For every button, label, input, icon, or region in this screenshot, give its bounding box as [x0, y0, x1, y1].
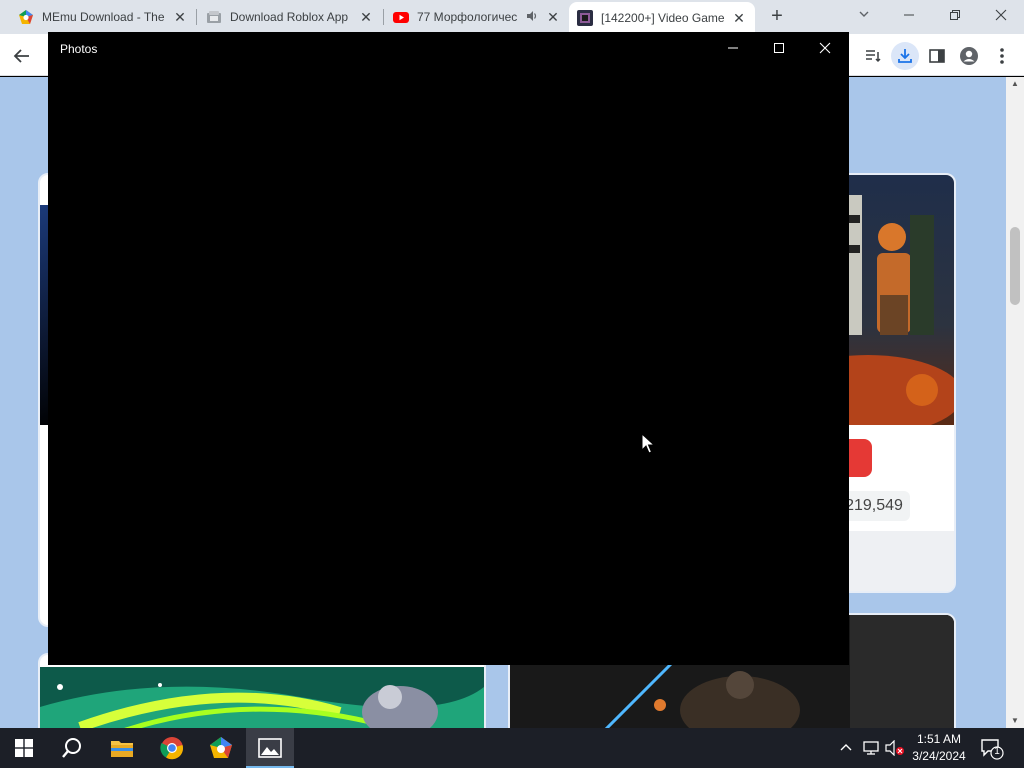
tab-close-icon[interactable]: ✕	[731, 10, 747, 26]
tab-title: 77 Морфологичес	[417, 10, 518, 24]
roblox-app-icon	[206, 9, 222, 25]
tab-close-icon[interactable]: ✕	[545, 9, 561, 25]
browser-menu-icon[interactable]	[988, 42, 1016, 70]
browser-close-button[interactable]	[978, 0, 1024, 30]
tab-close-icon[interactable]: ✕	[358, 9, 374, 25]
photos-maximize-button[interactable]	[756, 32, 802, 64]
file-explorer-icon[interactable]	[98, 728, 146, 768]
photos-icon[interactable]	[246, 728, 294, 768]
downloads-button[interactable]	[891, 42, 919, 70]
tab-title: Download Roblox App	[230, 10, 349, 24]
browser-restore-button[interactable]	[932, 0, 978, 30]
tab-roblox-download[interactable]: Download Roblox App ✕	[198, 4, 382, 30]
tab-divider	[196, 9, 197, 25]
tab-video-game-wallpapers[interactable]: [142200+] Video Game ✕	[569, 2, 755, 34]
windows-taskbar: 1:51 AM 3/24/2024 1	[0, 728, 1024, 768]
clock-date: 3/24/2024	[912, 749, 966, 763]
tab-search-chevron-icon[interactable]	[855, 7, 873, 25]
memu-pentagon-icon	[18, 9, 34, 25]
network-icon[interactable]	[860, 728, 882, 768]
youtube-icon	[393, 9, 409, 25]
photos-window[interactable]: Photos	[48, 32, 849, 665]
clock-time: 1:51 AM	[916, 732, 962, 746]
side-panel-icon[interactable]	[923, 42, 951, 70]
tab-memu-download[interactable]: MEmu Download - The ✕	[10, 4, 196, 30]
speaker-icon[interactable]	[525, 10, 539, 25]
scroll-down-arrow-icon[interactable]: ▼	[1006, 714, 1024, 728]
photos-minimize-button[interactable]	[710, 32, 756, 64]
search-icon[interactable]	[48, 728, 96, 768]
scrollbar-thumb[interactable]	[1010, 227, 1020, 305]
wallpaper-site-icon	[577, 10, 593, 26]
photos-window-title: Photos	[60, 42, 98, 56]
wallpaper-thumbnail[interactable]	[40, 667, 484, 728]
volume-muted-icon[interactable]	[884, 728, 906, 768]
mouse-cursor-icon	[641, 432, 656, 455]
taskbar-clock[interactable]: 1:51 AM 3/24/2024	[906, 731, 972, 765]
back-button[interactable]	[8, 42, 36, 70]
page-scrollbar[interactable]: ▲ ▼	[1006, 77, 1024, 728]
chrome-icon[interactable]	[148, 728, 196, 768]
browser-minimize-button[interactable]	[886, 0, 932, 30]
tab-divider	[383, 9, 384, 25]
new-tab-button[interactable]: +	[766, 6, 788, 28]
tab-title: [142200+] Video Game	[601, 11, 725, 25]
action-center-button[interactable]: 1	[980, 736, 1004, 760]
show-hidden-icons-chevron-icon[interactable]	[836, 728, 856, 768]
photos-close-button[interactable]	[802, 32, 848, 64]
windows-start-icon[interactable]	[0, 728, 48, 768]
reading-list-icon[interactable]	[859, 42, 887, 70]
browser-tabstrip: MEmu Download - The ✕ Download Roblox Ap…	[0, 0, 1024, 34]
profile-avatar-icon[interactable]	[955, 42, 983, 70]
notification-count: 1	[994, 746, 1000, 757]
memu-icon[interactable]	[197, 728, 245, 768]
scroll-up-arrow-icon[interactable]: ▲	[1006, 77, 1024, 91]
tab-close-icon[interactable]: ✕	[172, 9, 188, 25]
tab-title: MEmu Download - The	[42, 10, 165, 24]
tab-youtube-video[interactable]: 77 Морфологичес ✕	[385, 4, 569, 30]
